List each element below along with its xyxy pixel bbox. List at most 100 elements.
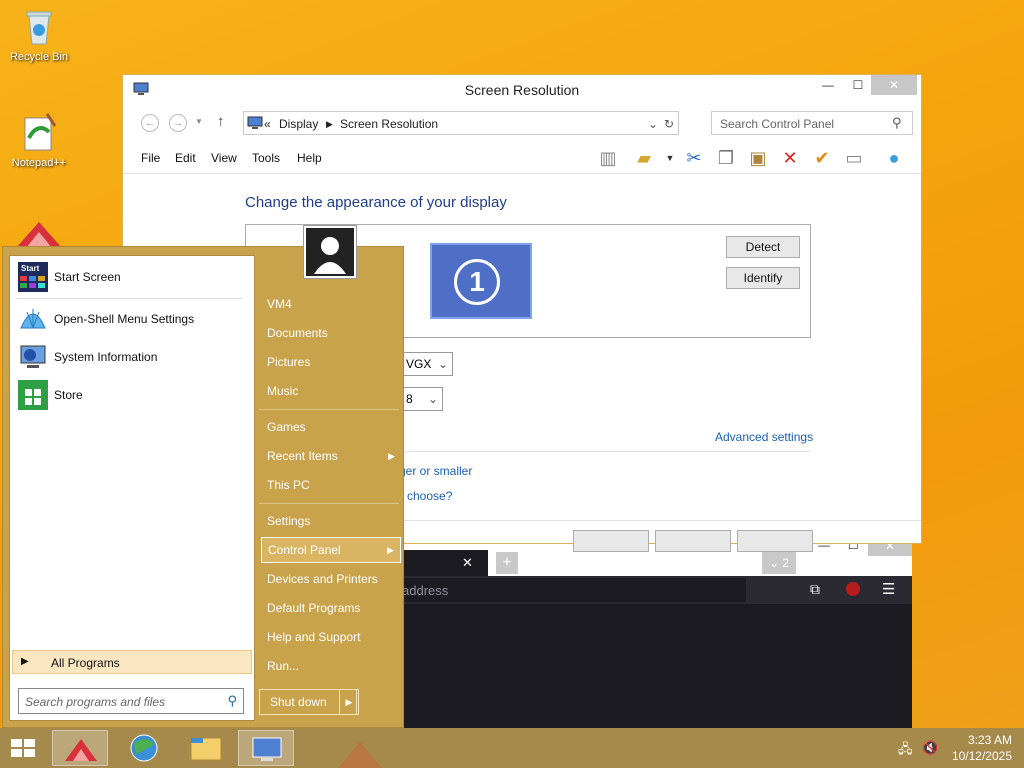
copy-icon[interactable]: ❐ <box>715 147 737 169</box>
taskbar-rodfox[interactable] <box>52 730 108 766</box>
ublock-icon[interactable] <box>846 582 860 596</box>
cut-icon[interactable]: ✂ <box>683 147 705 169</box>
paste-icon[interactable]: ▣ <box>747 147 769 169</box>
detect-button[interactable]: Detect <box>726 236 800 258</box>
program-system-information[interactable]: System Information <box>14 340 250 374</box>
shut-down-options-button[interactable]: ▶ <box>339 689 359 715</box>
clock[interactable]: 3:23 AM 10/12/2025 <box>952 732 1012 764</box>
chevron-down-icon[interactable]: ▼ <box>659 147 681 169</box>
breadcrumb-screen-resolution[interactable]: Screen Resolution <box>340 117 438 131</box>
taskbar-file-explorer[interactable] <box>178 730 234 766</box>
search-icon[interactable]: ⚲ <box>227 693 237 709</box>
menu-control-panel[interactable]: Control Panel ▶ <box>261 537 401 563</box>
program-store[interactable]: Store <box>14 378 250 412</box>
menu-tools[interactable]: Tools <box>252 151 280 165</box>
program-label: Open-Shell Menu Settings <box>54 312 195 326</box>
chevron-down-icon[interactable]: ⌄ <box>648 117 658 131</box>
apply-button[interactable] <box>737 530 813 552</box>
monitor-1-thumbnail[interactable]: 1 <box>430 243 532 319</box>
control-panel-titlebar: Screen Resolution — ☐ ✕ <box>123 75 921 105</box>
browser-window[interactable]: ✕ + ⌄ 2 — ☐ ✕ address ⧉ ☰ <box>358 536 912 728</box>
taskbar-control-panel[interactable] <box>238 730 294 766</box>
back-button[interactable]: ← <box>141 114 159 132</box>
ok-button[interactable] <box>573 530 649 552</box>
volume-muted-icon[interactable]: 🔇 <box>922 740 938 756</box>
maximize-button[interactable]: ☐ <box>843 75 873 95</box>
desktop-icon-notepad[interactable]: Notepad++ <box>4 112 74 169</box>
properties-icon[interactable]: ▭ <box>843 147 865 169</box>
windows-logo-icon <box>11 739 35 757</box>
orientation-select[interactable]: 8 ⌄ <box>399 387 443 411</box>
menu-view[interactable]: View <box>211 151 237 165</box>
clock-date: 10/12/2025 <box>951 749 1012 763</box>
forward-button[interactable]: → <box>169 114 187 132</box>
notepad-label: Notepad++ <box>11 157 67 169</box>
extensions-icon[interactable]: ⧉ <box>810 581 820 598</box>
program-start-screen[interactable]: Start Start Screen <box>14 260 250 294</box>
divider <box>259 503 399 504</box>
menu-edit[interactable]: Edit <box>175 151 196 165</box>
menu-icon[interactable]: ☰ <box>882 580 895 598</box>
browser-urlbar-row: address ⧉ ☰ <box>358 576 912 604</box>
menu-music[interactable]: Music <box>261 378 401 404</box>
menu-help-and-support[interactable]: Help and Support <box>261 624 401 650</box>
menu-pictures[interactable]: Pictures <box>261 349 401 375</box>
menu-run[interactable]: Run... <box>261 653 401 679</box>
check-icon[interactable]: ✔ <box>811 147 833 169</box>
menu-control-panel-label: Control Panel <box>268 543 341 557</box>
menu-games[interactable]: Games <box>261 414 401 440</box>
search-control-panel-input[interactable]: Search Control Panel ⚲ <box>711 111 913 135</box>
tab-count: 2 <box>782 556 790 570</box>
search-icon[interactable]: ⚲ <box>892 115 902 131</box>
user-avatar[interactable] <box>303 225 357 279</box>
display-select[interactable]: VGX ⌄ <box>399 352 453 376</box>
advanced-settings-link[interactable]: Advanced settings <box>715 430 813 444</box>
taskbar: 🖧 🔇 3:23 AM 10/12/2025 <box>0 728 1024 768</box>
text-size-link[interactable]: ger or smaller <box>399 464 472 478</box>
start-menu-programs-pane: Start Start Screen Open-Shell Menu Setti… <box>9 255 255 721</box>
program-label: Start Screen <box>54 270 121 284</box>
menu-vm4[interactable]: VM4 <box>261 291 401 317</box>
start-button[interactable] <box>0 730 46 766</box>
menu-recent-items-label: Recent Items <box>267 449 338 463</box>
menu-devices-and-printers[interactable]: Devices and Printers <box>261 566 401 592</box>
recent-dropdown-icon[interactable]: ▼ <box>195 117 203 126</box>
new-tab-button[interactable]: + <box>496 552 518 574</box>
desktop-icon-recycle-bin[interactable]: Recycle Bin <box>4 6 74 63</box>
identify-button[interactable]: Identify <box>726 267 800 289</box>
display-settings-link[interactable]: choose? <box>407 489 452 503</box>
monitor-number: 1 <box>454 259 500 305</box>
menu-recent-items[interactable]: Recent Items ▶ <box>261 443 401 469</box>
breadcrumb-display[interactable]: Display <box>279 117 318 131</box>
folder-check-icon[interactable]: ▰ <box>633 147 655 169</box>
menu-help[interactable]: Help <box>297 151 322 165</box>
minimize-button[interactable]: — <box>813 75 843 95</box>
address-row: ← → ▼ ↑ « Display ▶ Screen Resolution ⌄ … <box>133 111 913 135</box>
tab-close-icon[interactable]: ✕ <box>462 555 473 571</box>
url-input[interactable]: address <box>358 578 746 602</box>
menu-this-pc[interactable]: This PC <box>261 472 401 498</box>
all-programs-button[interactable]: ▶ All Programs <box>12 650 252 674</box>
display-select-value: VGX <box>406 357 432 371</box>
system-info-icon <box>20 345 46 368</box>
preview-pane-icon[interactable]: ▥ <box>597 147 619 169</box>
chevron-right-icon: ▶ <box>21 656 29 667</box>
menu-file[interactable]: File <box>141 151 160 165</box>
start-search-input[interactable]: Search programs and files ⚲ <box>18 688 244 714</box>
delete-icon[interactable]: ✕ <box>779 147 801 169</box>
up-button[interactable]: ↑ <box>217 113 225 130</box>
taskbar-browser[interactable] <box>116 730 172 766</box>
menu-documents[interactable]: Documents <box>261 320 401 346</box>
cancel-button[interactable] <box>655 530 731 552</box>
program-open-shell-settings[interactable]: Open-Shell Menu Settings <box>14 302 250 336</box>
rodfox-icon <box>65 739 97 761</box>
network-icon[interactable]: 🖧 <box>898 740 913 762</box>
menu-settings[interactable]: Settings <box>261 508 401 534</box>
menu-default-programs[interactable]: Default Programs <box>261 595 401 621</box>
refresh-icon[interactable]: ↻ <box>664 117 674 131</box>
close-button[interactable]: ✕ <box>871 75 917 95</box>
tab-count-button[interactable]: ⌄ 2 <box>762 552 796 574</box>
address-bar[interactable]: « Display ▶ Screen Resolution ⌄ ↻ <box>243 111 679 135</box>
shell-icon[interactable]: ● <box>883 147 905 169</box>
start-badge: Start <box>21 264 40 273</box>
